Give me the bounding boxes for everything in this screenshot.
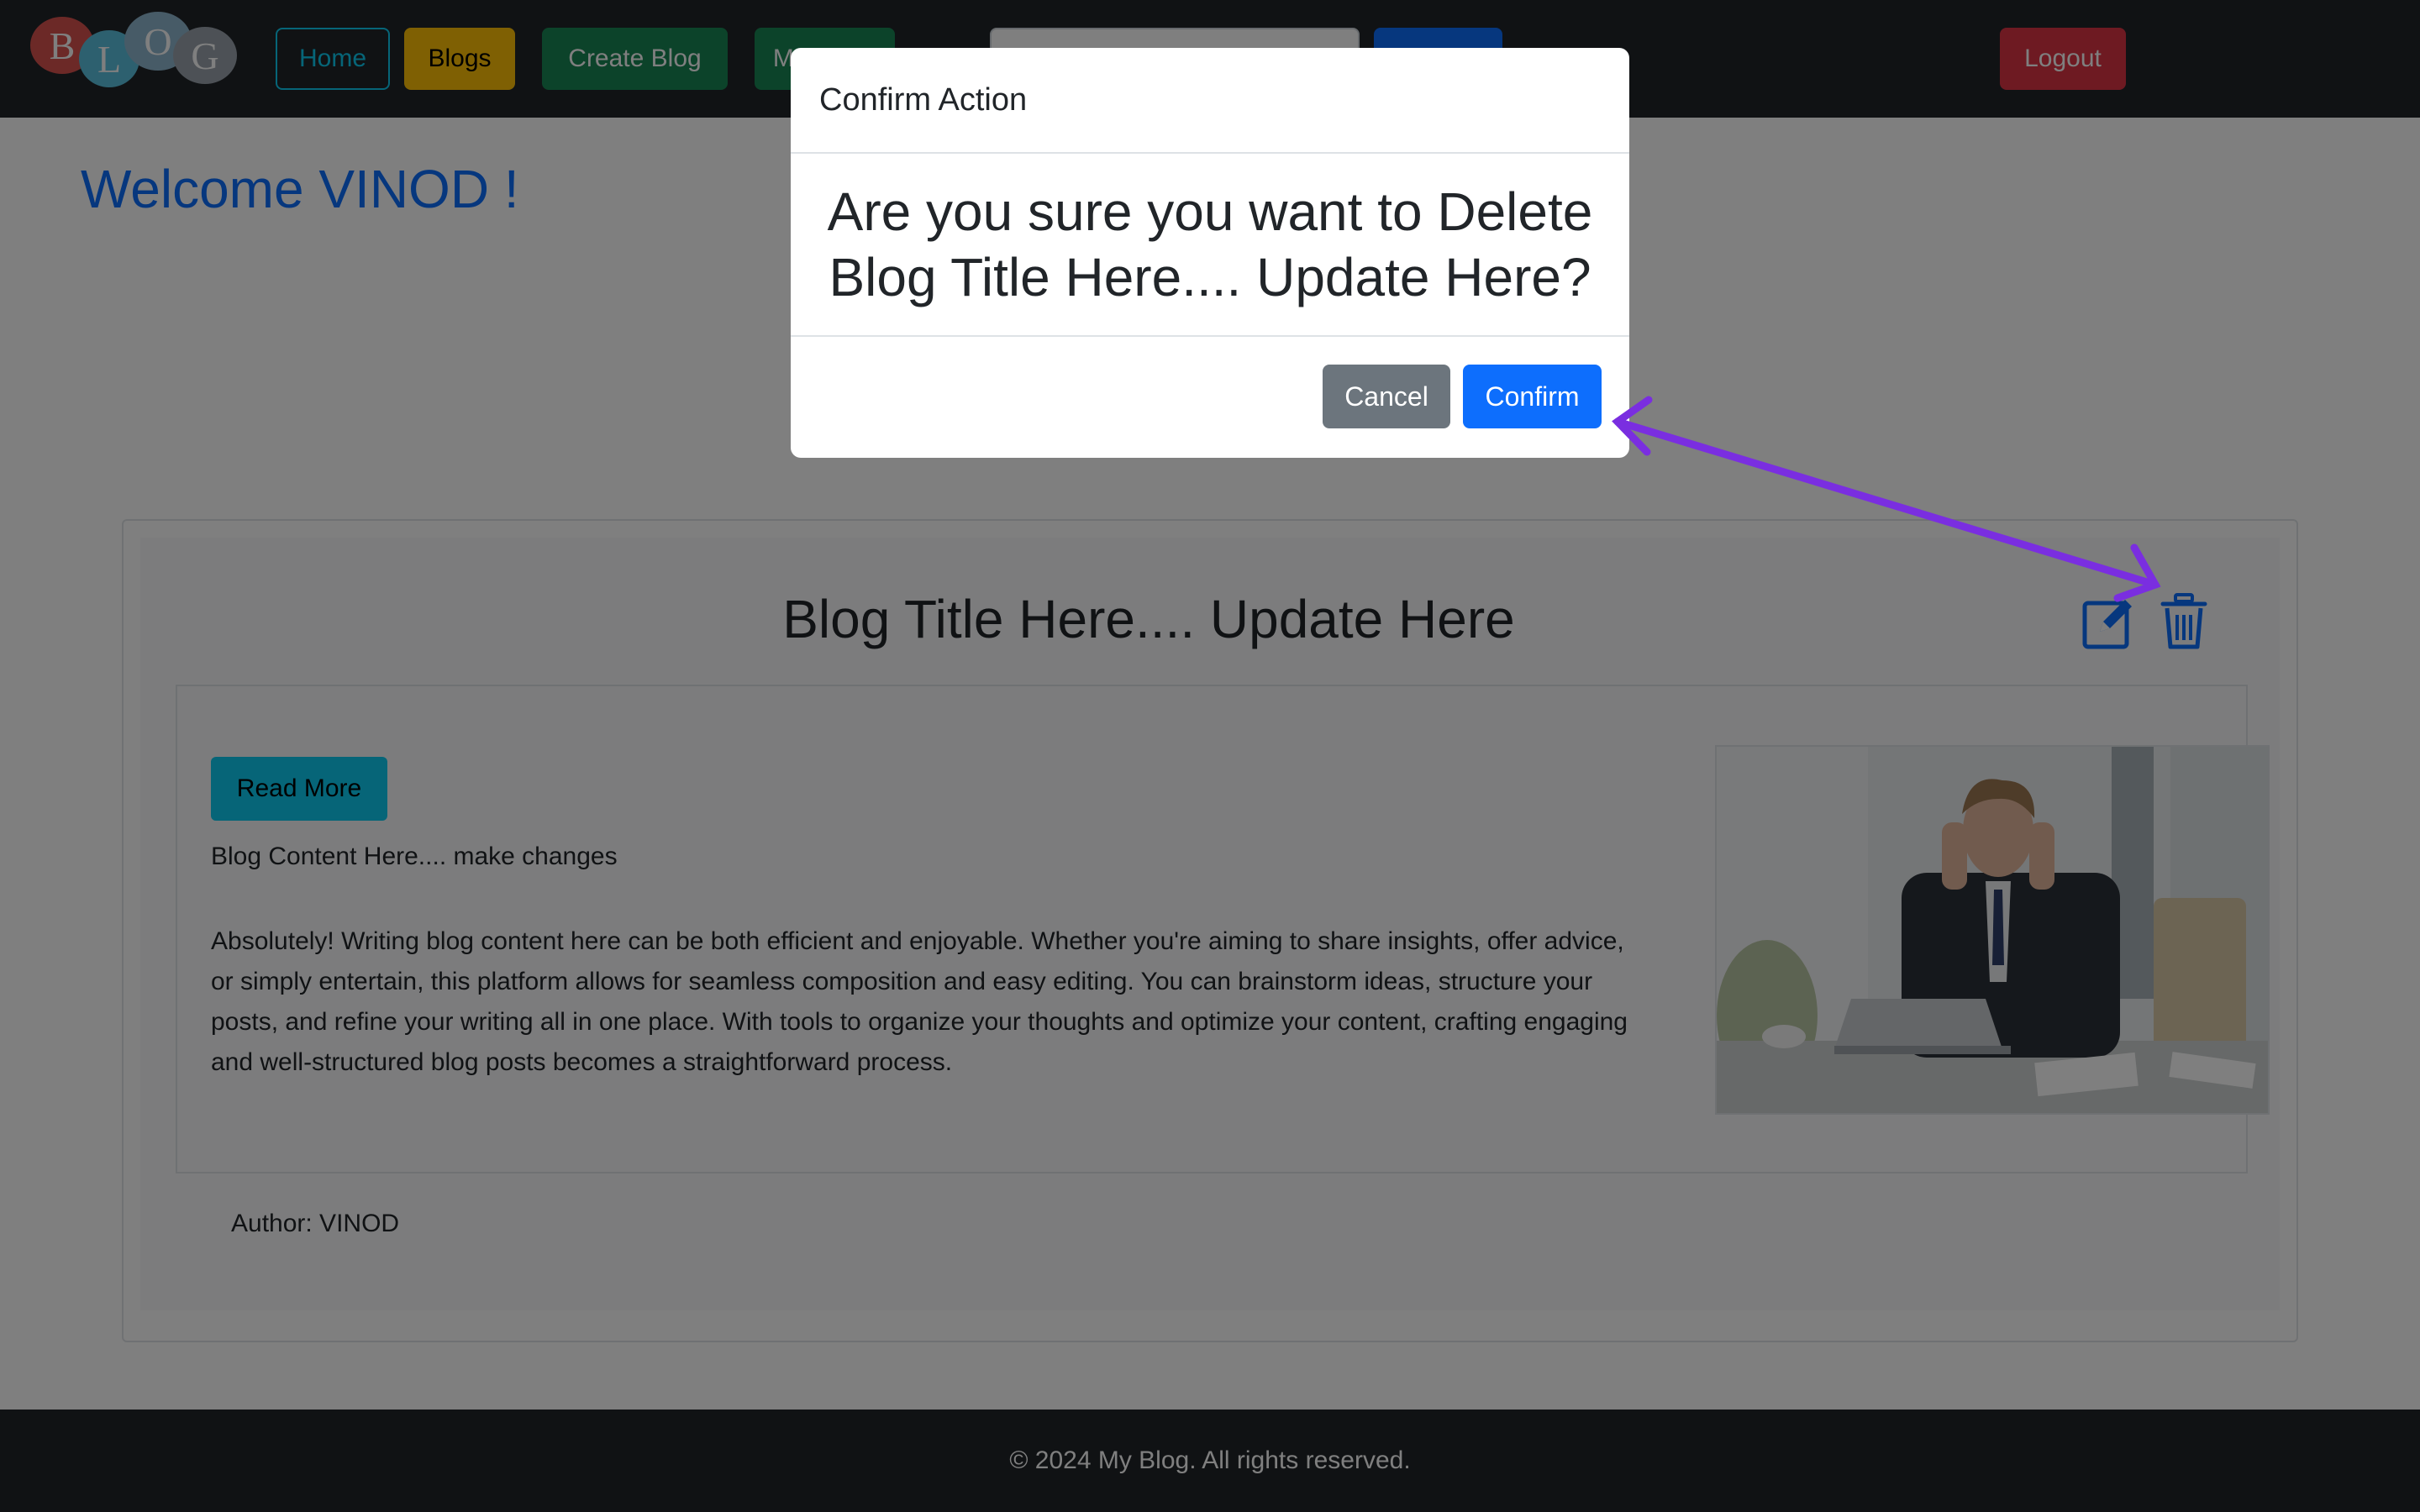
modal-body: Are you sure you want to Delete Blog Tit… — [791, 154, 1629, 337]
cancel-button[interactable]: Cancel — [1323, 365, 1450, 428]
modal-header: Confirm Action — [791, 48, 1629, 154]
modal-message: Are you sure you want to Delete Blog Tit… — [827, 181, 1593, 307]
confirm-dialog: Confirm Action Are you sure you want to … — [791, 48, 1629, 458]
modal-footer: Cancel Confirm — [791, 337, 1629, 458]
modal-title: Confirm Action — [819, 81, 1028, 118]
confirm-button[interactable]: Confirm — [1463, 365, 1602, 428]
